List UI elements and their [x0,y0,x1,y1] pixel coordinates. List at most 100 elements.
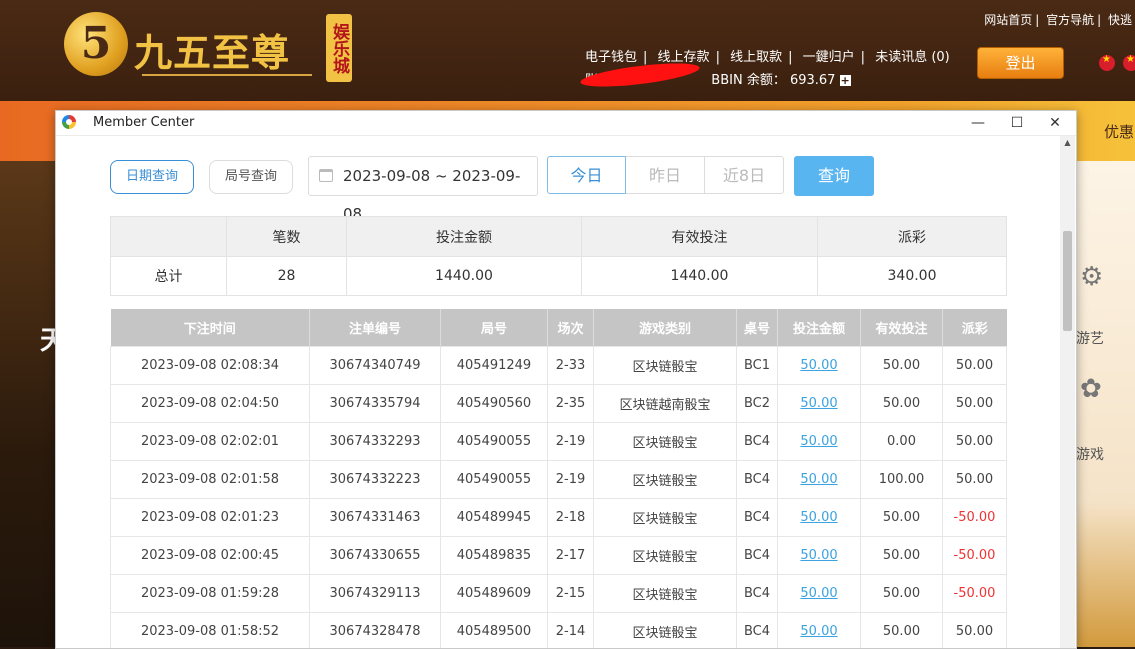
cell-bet-amount-link[interactable]: 50.00 [777,460,861,499]
side-label-games[interactable]: 游戏 [1076,444,1104,464]
cell-game-type: 区块链骰宝 [593,346,737,385]
summary-header-bet: 投注金额 [346,216,582,257]
col-payout: 派彩 [942,309,1007,347]
tab-date-query[interactable]: 日期查询 [110,160,194,194]
bet-detail-table: 下注时间 注单编号 局号 场次 游戏类别 桌号 投注金额 有效投注 派彩 202… [110,309,1007,648]
cell-bet-time: 2023-09-08 02:00:45 [110,536,310,575]
summary-table: 笔数 投注金额 有效投注 派彩 总计 28 1440.00 1440.00 34… [110,216,1007,296]
summary-valid-bet: 1440.00 [581,256,818,296]
cell-bet-amount-link[interactable]: 50.00 [777,612,861,648]
cell-bet-time: 2023-09-08 02:02:01 [110,422,310,461]
tab-round-query[interactable]: 局号查询 [209,160,293,194]
cell-payout: -50.00 [942,536,1007,575]
cell-valid-bet: 50.00 [860,612,943,648]
cell-game-type: 区块链骰宝 [593,536,737,575]
cell-bet-amount-link[interactable]: 50.00 [777,574,861,613]
nav-item-promotions[interactable]: 优惠 [1104,121,1134,142]
cell-session: 2-33 [547,346,594,385]
top-link-quick[interactable]: 快逃 [1108,13,1132,27]
quick-today-button[interactable]: 今日 [547,156,626,194]
cell-bet-amount-link[interactable]: 50.00 [777,498,861,537]
col-valid-bet: 有效投注 [860,309,943,347]
menu-wallet[interactable]: 电子钱包 [585,50,637,65]
scroll-up-arrow-icon[interactable]: ▲ [1060,138,1075,147]
maximize-button[interactable]: ☐ [1002,112,1032,134]
cell-order-number: 30674332223 [309,460,441,499]
cell-bet-time: 2023-09-08 01:59:28 [110,574,310,613]
top-link-home[interactable]: 网站首页 [984,13,1032,27]
summary-bet-amount: 1440.00 [346,256,582,296]
cell-order-number: 30674328478 [309,612,441,648]
summary-header-valid: 有效投注 [581,216,818,257]
col-bet-time: 下注时间 [110,309,310,347]
window-content: 日期查询 局号查询 2023-09-08 ~ 2023-09-08 今日 昨日 … [56,136,1059,648]
quick-8days-button[interactable]: 近8日 [705,156,784,194]
table-row: 2023-09-08 02:08:34 30674340749 405491249 2… [110,346,1007,385]
cell-bet-amount-link[interactable]: 50.00 [777,384,861,423]
cell-round-number: 405490055 [440,460,548,499]
cell-valid-bet: 0.00 [860,422,943,461]
table-row: 2023-09-08 02:04:50 30674335794 405490560 2… [110,384,1007,423]
cell-order-number: 30674329113 [309,574,441,613]
browser-app-icon [62,115,76,129]
cell-payout: 50.00 [942,422,1007,461]
cell-game-type: 区块链骰宝 [593,422,737,461]
add-balance-icon[interactable]: + [839,75,851,86]
cell-round-number: 405489835 [440,536,548,575]
balance-label: BBIN 余额： [711,73,786,88]
menu-messages[interactable]: 未读讯息 (0) [875,50,950,65]
minimize-button[interactable]: — [963,112,993,134]
cell-game-type: 区块链骰宝 [593,498,737,537]
table-row: 2023-09-08 02:02:01 30674332293 405490055 2… [110,422,1007,461]
cell-round-number: 405489945 [440,498,548,537]
col-round-number: 局号 [440,309,548,347]
menu-consolidate[interactable]: 一鍵归户 [803,50,855,65]
game-machine-icon[interactable]: ⚙ [1080,262,1103,292]
cell-bet-time: 2023-09-08 02:04:50 [110,384,310,423]
site-logo[interactable]: 5 九五至尊 娱乐城 [64,12,354,87]
cell-bet-amount-link[interactable]: 50.00 [777,536,861,575]
cell-round-number: 405489609 [440,574,548,613]
cell-game-type: 区块链骰宝 [593,612,737,648]
cell-round-number: 405489500 [440,612,548,648]
summary-header-payout: 派彩 [817,216,1007,257]
logo-badge: 娱乐城 [326,14,352,82]
cell-order-number: 30674340749 [309,346,441,385]
cell-bet-amount-link[interactable]: 50.00 [777,346,861,385]
table-row: 2023-09-08 02:01:23 30674331463 405489945 2… [110,498,1007,537]
fish-icon[interactable]: ✿ [1080,374,1102,404]
side-label-arcade[interactable]: 游艺 [1076,328,1104,348]
summary-header-row: 笔数 投注金额 有效投注 派彩 [110,216,1007,257]
cell-game-type: 区块链越南骰宝 [593,384,737,423]
hk-flag-icon[interactable] [1099,54,1115,71]
vertical-scrollbar[interactable]: ▲ [1060,136,1075,648]
cn-flag-icon[interactable] [1123,54,1135,71]
scrollbar-thumb[interactable] [1063,231,1072,331]
table-row: 2023-09-08 01:58:52 30674328478 405489500 2… [110,612,1007,648]
cell-round-number: 405491249 [440,346,548,385]
cell-table-number: BC4 [736,612,778,648]
cell-payout: -50.00 [942,498,1007,537]
logo-divider [142,74,312,76]
cell-bet-time: 2023-09-08 02:01:58 [110,460,310,499]
window-titlebar[interactable]: Member Center — ☐ ✕ [56,111,1076,136]
member-center-window: Member Center — ☐ ✕ 日期查询 局号查询 2023-09-08… [55,110,1077,649]
query-button[interactable]: 查询 [794,156,874,196]
cell-valid-bet: 100.00 [860,460,943,499]
menu-withdraw[interactable]: 线上取款 [730,50,782,65]
window-title: Member Center [93,115,195,130]
date-range-picker[interactable]: 2023-09-08 ~ 2023-09-08 [308,156,538,223]
col-table-number: 桌号 [736,309,778,347]
summary-header-count: 笔数 [226,216,347,257]
cell-round-number: 405490055 [440,422,548,461]
cell-game-type: 区块链骰宝 [593,460,737,499]
cell-session: 2-15 [547,574,594,613]
cell-bet-amount-link[interactable]: 50.00 [777,422,861,461]
cell-valid-bet: 50.00 [860,498,943,537]
close-button[interactable]: ✕ [1040,112,1070,134]
cell-table-number: BC4 [736,574,778,613]
table-row: 2023-09-08 02:00:45 30674330655 405489835 2… [110,536,1007,575]
logout-button[interactable]: 登出 [977,47,1064,79]
quick-yesterday-button[interactable]: 昨日 [626,156,705,194]
top-link-nav[interactable]: 官方导航 [1046,13,1094,27]
